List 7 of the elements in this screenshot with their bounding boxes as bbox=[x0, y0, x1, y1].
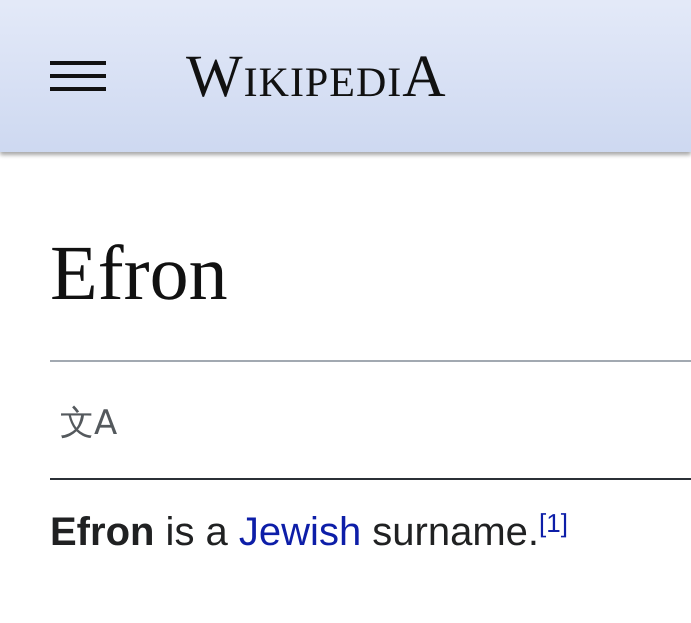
link[interactable]: Jewish bbox=[238, 510, 362, 554]
logo[interactable]: WikipediA bbox=[186, 46, 447, 106]
page-title: Efron bbox=[50, 234, 229, 312]
paragraph: Efron is a Jewish surname.$^{[1]}$ bbox=[50, 507, 569, 556]
citation-link[interactable]: [1] bbox=[539, 508, 568, 538]
menu-icon[interactable] bbox=[50, 61, 106, 91]
language-icon[interactable]: 文A bbox=[60, 406, 118, 440]
